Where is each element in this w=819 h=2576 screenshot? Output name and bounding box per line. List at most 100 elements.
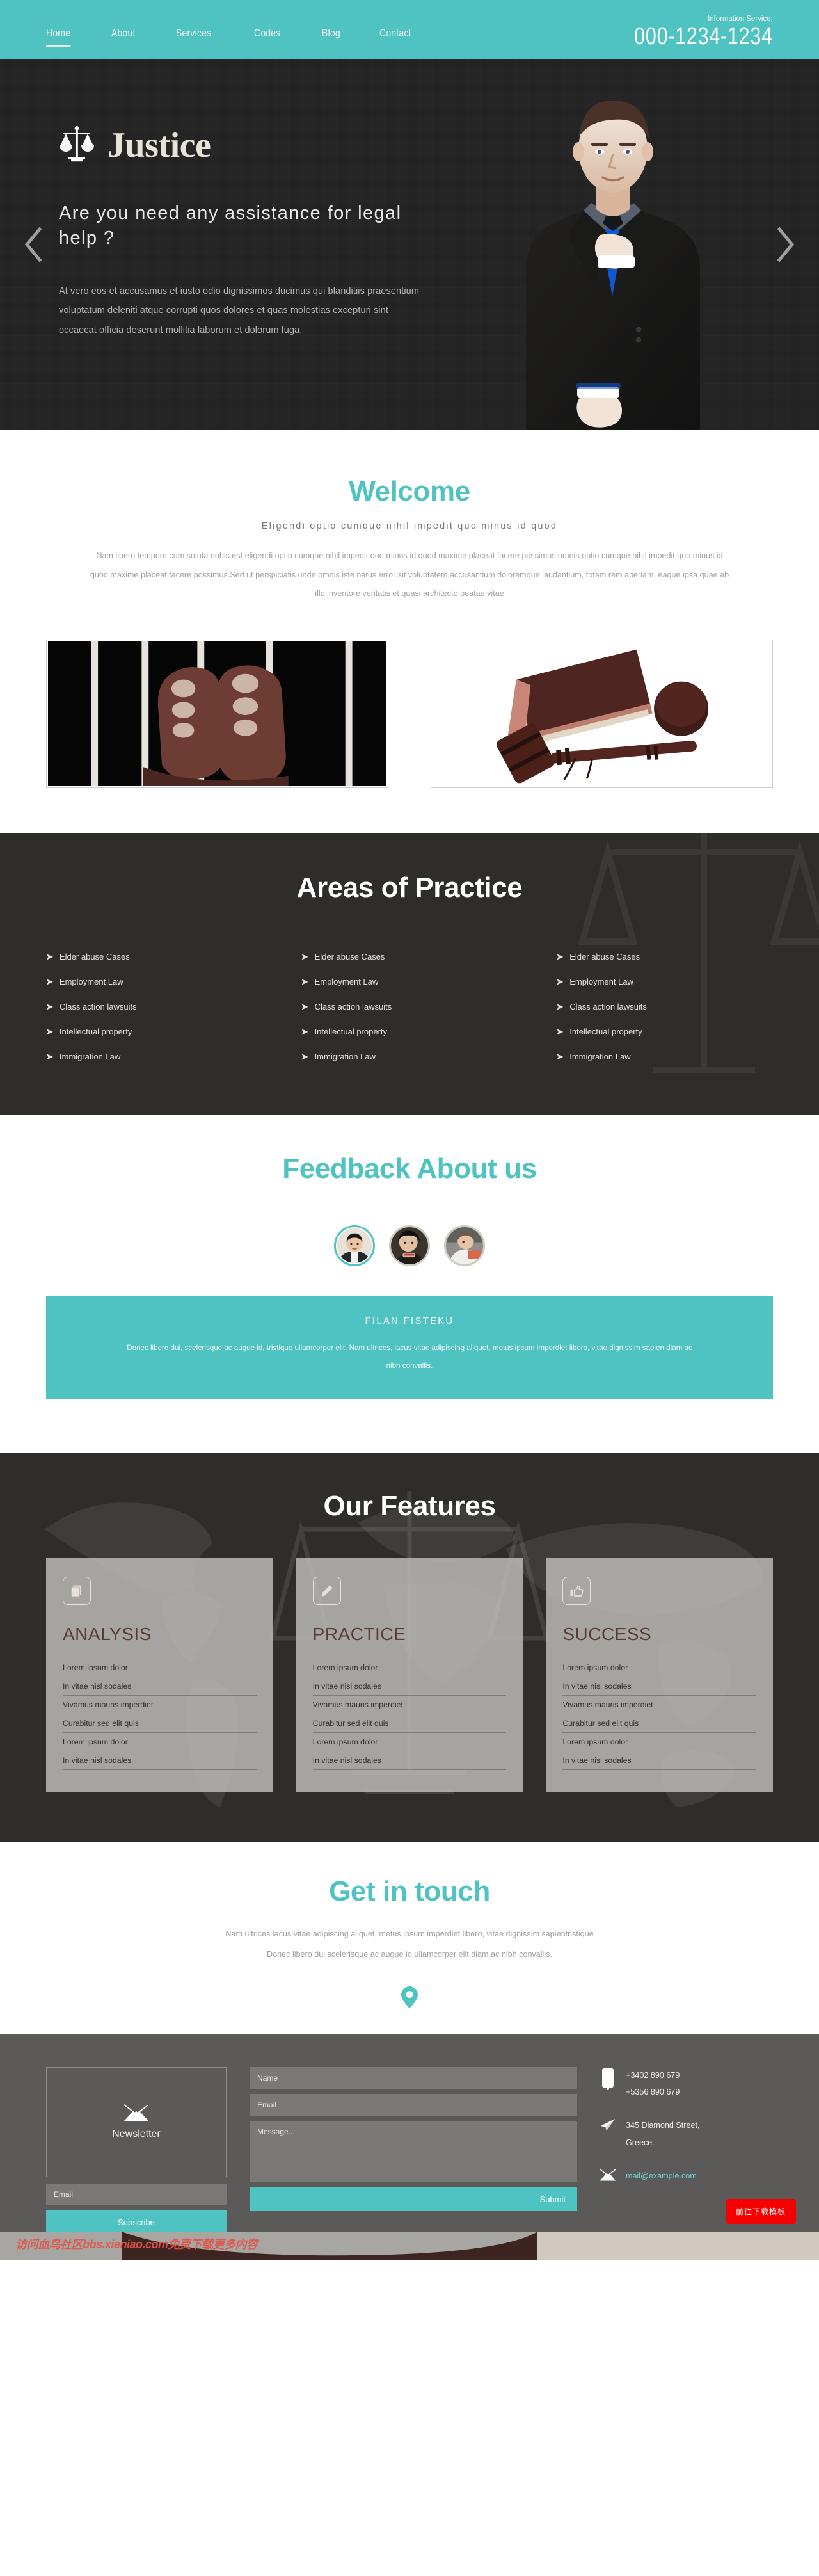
envelope-icon (600, 2169, 616, 2181)
nav-item-home[interactable]: Home (46, 27, 71, 47)
get-in-touch-line-2: Donec libero dui scelerisque ac augue id… (267, 1950, 552, 1959)
feature-card-success: SUCCESS Lorem ipsum dolor In vitae nisl … (546, 1558, 773, 1792)
information-service-label: Information Service: (708, 13, 773, 23)
main-navigation: Home About Services Codes Blog Contact (46, 27, 454, 47)
phone-number-primary[interactable]: +3402 890 679 (626, 2067, 680, 2084)
brand-name: Justice (107, 125, 211, 165)
nav-item-blog[interactable]: Blog (322, 27, 340, 47)
feature-list-item: Lorem ipsum dolor (63, 1733, 257, 1752)
chevron-right-icon: ➤ (556, 1026, 564, 1036)
avatar-photo-1 (337, 1228, 372, 1263)
chevron-right-icon: ➤ (556, 951, 564, 962)
feature-list-item: Lorem ipsum dolor (312, 1733, 507, 1752)
book-icon-glyph (71, 1585, 81, 1597)
welcome-section: Welcome Eligendi optio cumque nihil impe… (0, 430, 819, 833)
area-item[interactable]: ➤ Class action lawsuits (301, 994, 518, 1019)
contact-address-text: 345 Diamond Street, Greece. (626, 2117, 700, 2151)
submit-button[interactable]: Submit (250, 2187, 577, 2211)
feature-card-title: PRACTICE (312, 1624, 406, 1645)
contact-name-input[interactable] (250, 2066, 577, 2089)
area-item[interactable]: ➤ Intellectual property (556, 1019, 773, 1044)
welcome-paragraph: Nam libero tempore cum soluta nobis est … (90, 551, 729, 599)
nav-item-codes[interactable]: Codes (254, 27, 281, 47)
areas-column-3: ➤ Elder abuse Cases ➤ Employment Law ➤ Clas… (556, 944, 773, 1069)
contact-phone-text: +3402 890 679 +5356 890 679 (626, 2067, 680, 2101)
pencil-icon-glyph (321, 1585, 333, 1597)
newsletter-email-input[interactable] (46, 2183, 227, 2205)
paper-plane-icon (600, 2119, 616, 2131)
area-item[interactable]: ➤ Immigration Law (556, 1044, 773, 1069)
newsletter-box: Newsletter (46, 2066, 227, 2177)
feature-list-item: In vitae nisl sodales (562, 1677, 756, 1696)
subscribe-button[interactable]: Subscribe (46, 2210, 227, 2234)
area-item[interactable]: ➤ Employment Law (556, 969, 773, 994)
chevron-right-icon: ➤ (46, 976, 53, 986)
avatar-photo-2 (391, 1227, 428, 1264)
feature-list-item: Lorem ipsum dolor (63, 1659, 257, 1678)
map-pin-wrapper (46, 1986, 773, 2008)
site-header: Home About Services Codes Blog Contact I… (0, 0, 819, 59)
download-template-button[interactable]: 前往下载模板 (725, 2198, 796, 2224)
chevron-right-icon: ➤ (46, 1001, 53, 1011)
welcome-title: Welcome (349, 476, 470, 507)
chevron-right-icon: ➤ (556, 976, 564, 986)
feature-card-analysis: ANALYSIS Lorem ipsum dolor In vitae nisl… (46, 1558, 273, 1792)
testimonial-avatar-1[interactable] (334, 1225, 375, 1266)
pencil-icon (312, 1577, 341, 1606)
testimonial-quote-box: FILAN FISTEKU Donec libero dui, sceleris… (46, 1295, 773, 1399)
area-item[interactable]: ➤ Immigration Law (301, 1044, 518, 1069)
features-title: Our Features (323, 1490, 496, 1522)
welcome-image-prison-bars (46, 639, 388, 788)
testimonial-avatar-2[interactable] (389, 1225, 430, 1266)
areas-title: Areas of Practice (296, 871, 523, 903)
testimonial-author-name: FILAN FISTEKU (365, 1316, 454, 1326)
mobile-phone-icon (602, 2068, 614, 2090)
area-item-label: Intellectual property (59, 1026, 132, 1036)
feature-list-item: Curabitur sed elit quis (562, 1714, 756, 1734)
area-item-label: Class action lawsuits (314, 1001, 392, 1011)
header-phone-number[interactable]: 000-1234-1234 (634, 24, 773, 50)
chevron-right-icon: ➤ (301, 976, 308, 986)
area-item-label: Employment Law (59, 976, 123, 986)
get-in-touch-line-1: Nam ultrices lacus vitae adipiscing aliq… (225, 1929, 594, 1939)
feature-list-item: In vitae nisl sodales (63, 1751, 257, 1771)
nav-item-about[interactable]: About (111, 27, 136, 47)
nav-item-contact[interactable]: Contact (379, 27, 411, 47)
area-item[interactable]: ➤ Intellectual property (301, 1019, 518, 1044)
contact-email-text: mail@example.com (626, 2168, 697, 2184)
area-item[interactable]: ➤ Elder abuse Cases (556, 944, 773, 969)
carousel-next-arrow[interactable] (774, 226, 796, 263)
feature-card-list: Lorem ipsum dolor In vitae nisl sodales … (63, 1659, 257, 1771)
map-pin-icon[interactable] (401, 1986, 418, 2008)
testimonial-avatar-3[interactable] (444, 1225, 485, 1266)
contact-message-textarea[interactable] (250, 2120, 577, 2182)
contact-form-column: Submit (250, 2066, 577, 2234)
thumbs-up-icon (562, 1577, 591, 1606)
testimonial-avatar-list (46, 1225, 773, 1266)
area-item[interactable]: ➤ Class action lawsuits (556, 994, 773, 1019)
area-item[interactable]: ➤ Class action lawsuits (46, 994, 263, 1019)
feature-list-item: Lorem ipsum dolor (562, 1733, 756, 1752)
chevron-right-icon: ➤ (301, 1001, 308, 1011)
area-item[interactable]: ➤ Employment Law (301, 969, 518, 994)
area-item[interactable]: ➤ Employment Law (46, 969, 263, 994)
feature-card-title: ANALYSIS (63, 1624, 152, 1645)
phone-number-secondary[interactable]: +5356 890 679 (626, 2084, 680, 2100)
feedback-title: Feedback About us (282, 1152, 537, 1184)
get-in-touch-title: Get in touch (329, 1876, 490, 1908)
nav-item-services[interactable]: Services (176, 27, 211, 47)
carousel-prev-arrow[interactable] (23, 226, 45, 263)
area-item[interactable]: ➤ Intellectual property (46, 1019, 263, 1044)
contact-email-input[interactable] (250, 2093, 577, 2116)
feature-list-item: Lorem ipsum dolor (312, 1659, 507, 1678)
area-item[interactable]: ➤ Elder abuse Cases (301, 944, 518, 969)
newsletter-column: Newsletter Subscribe (46, 2066, 227, 2234)
feature-card-list: Lorem ipsum dolor In vitae nisl sodales … (312, 1659, 507, 1771)
area-item-label: Elder abuse Cases (59, 951, 130, 962)
area-item-label: Intellectual property (314, 1026, 388, 1036)
feature-list-item: Curabitur sed elit quis (312, 1714, 507, 1734)
email-address-link[interactable]: mail@example.com (626, 2171, 697, 2180)
area-item[interactable]: ➤ Elder abuse Cases (46, 944, 263, 969)
area-item-label: Elder abuse Cases (569, 951, 640, 962)
area-item[interactable]: ➤ Immigration Law (46, 1044, 263, 1069)
